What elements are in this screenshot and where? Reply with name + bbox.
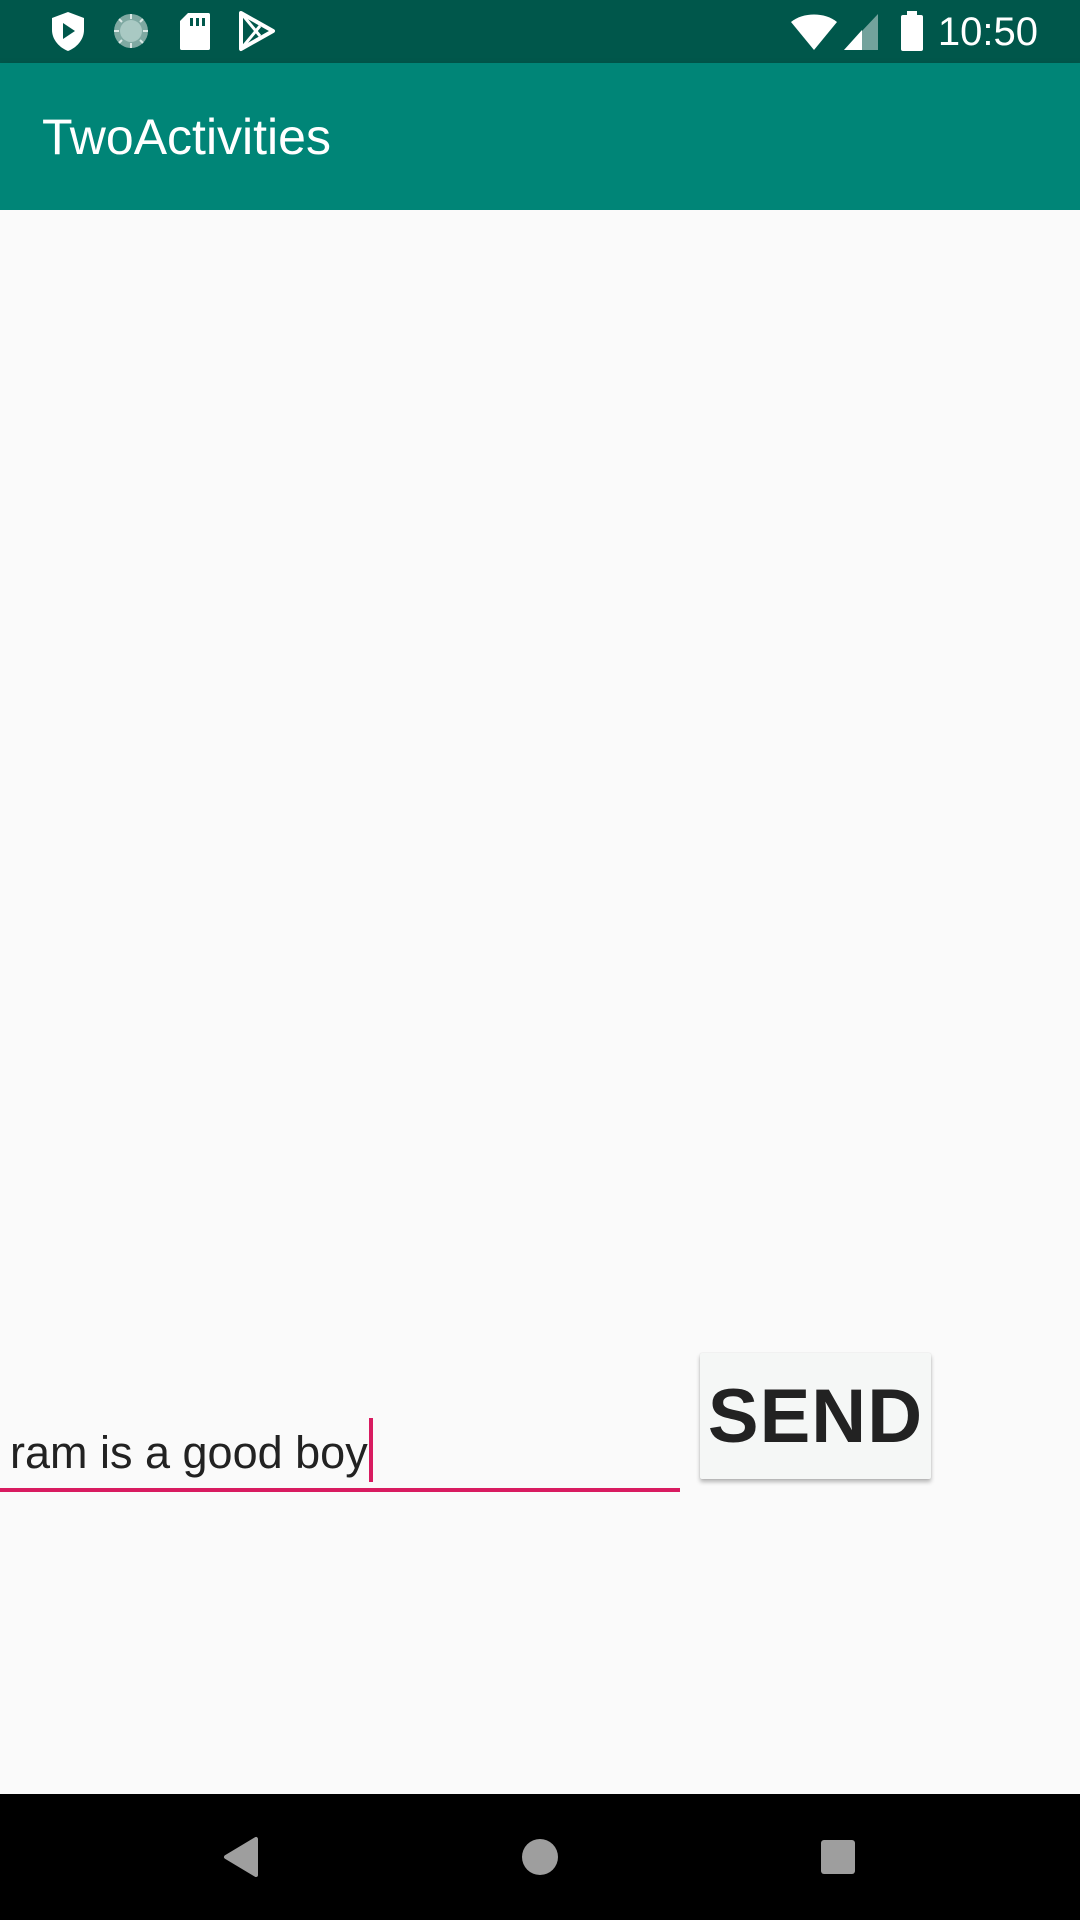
app-bar: TwoActivities bbox=[0, 63, 1080, 210]
screen: 10:50 TwoActivities ram is a good boy SE… bbox=[0, 0, 1080, 1920]
sd-card-icon bbox=[180, 13, 210, 50]
wifi-icon bbox=[791, 14, 837, 50]
play-store-icon bbox=[239, 11, 275, 51]
send-button[interactable]: SEND bbox=[700, 1353, 931, 1479]
home-icon[interactable] bbox=[510, 1827, 570, 1887]
navigation-bar bbox=[0, 1794, 1080, 1920]
message-input[interactable]: ram is a good boy bbox=[10, 1410, 690, 1488]
message-input-underline bbox=[0, 1488, 680, 1492]
text-cursor bbox=[368, 1418, 373, 1482]
page-title: TwoActivities bbox=[42, 109, 331, 165]
main-content bbox=[0, 210, 1080, 1794]
status-bar: 10:50 bbox=[0, 0, 1080, 63]
shield-play-icon bbox=[52, 12, 84, 51]
send-button-label: SEND bbox=[707, 1373, 924, 1459]
battery-icon bbox=[901, 11, 923, 51]
back-icon[interactable] bbox=[212, 1827, 272, 1887]
loading-circle-icon bbox=[114, 14, 148, 48]
status-time: 10:50 bbox=[937, 10, 1038, 54]
message-input-value[interactable]: ram is a good boy bbox=[10, 1418, 373, 1482]
signal-icon bbox=[844, 14, 878, 50]
message-input-text: ram is a good boy bbox=[10, 1427, 368, 1478]
recents-icon[interactable] bbox=[808, 1827, 868, 1887]
